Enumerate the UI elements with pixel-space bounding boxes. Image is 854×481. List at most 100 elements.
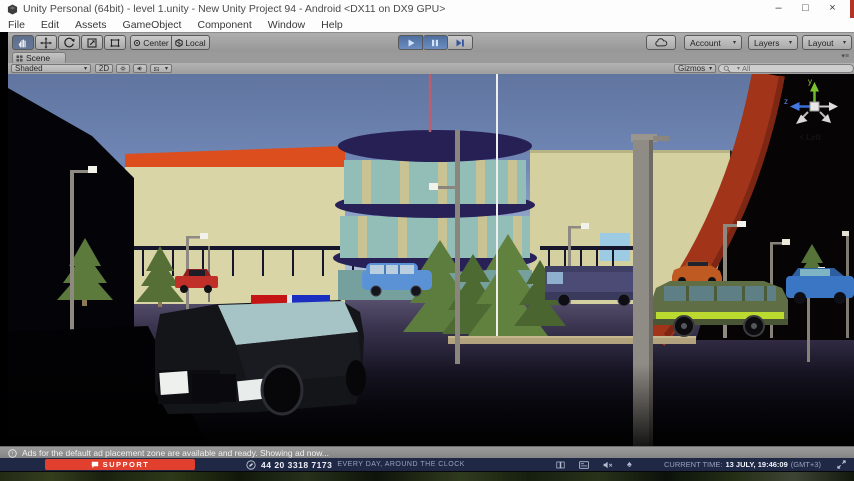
layers-label: Layers — [754, 38, 780, 48]
menu-gameobject[interactable]: GameObject — [115, 19, 190, 31]
y-axis-label: y — [808, 77, 812, 86]
unity-logo-icon — [7, 4, 18, 15]
speaker-muted-icon[interactable] — [603, 461, 613, 469]
menu-assets[interactable]: Assets — [67, 19, 115, 31]
book-icon[interactable] — [556, 461, 565, 469]
scene-tab-label: Scene — [26, 53, 50, 63]
search-filter-value: All — [742, 64, 750, 73]
pause-icon — [430, 38, 440, 48]
play-icon — [406, 38, 416, 48]
ad-banner[interactable]: SUPPORT 44 20 3318 7173 EVERY DAY, AROUN… — [0, 458, 854, 471]
close-button[interactable]: × — [819, 0, 846, 18]
title-bar: Unity Personal (64bit) - level 1.unity -… — [0, 0, 854, 19]
step-icon — [455, 38, 465, 48]
step-button[interactable] — [448, 35, 473, 50]
gizmos-dropdown[interactable]: Gizmos ▾ — [674, 64, 716, 73]
gizmos-label: Gizmos — [678, 64, 705, 73]
move-tool-button[interactable] — [35, 35, 57, 50]
image-icon — [154, 65, 159, 73]
lighting-toggle-button[interactable] — [116, 64, 130, 73]
axis-cone-right[interactable] — [829, 102, 838, 111]
account-label: Account — [690, 38, 721, 48]
scene-viewport[interactable]: y z < Left — [8, 74, 854, 446]
cloud-icon — [655, 38, 668, 47]
support-label: SUPPORT — [103, 460, 150, 469]
info-icon: ! — [8, 449, 17, 458]
play-button[interactable] — [398, 35, 423, 50]
main-toolbar: Center Local Account ▾ Layers ▾ Layout ▾ — [8, 32, 854, 54]
menu-component[interactable]: Component — [189, 19, 259, 31]
banner-icons: ♠ — [556, 460, 632, 469]
audio-toggle-button[interactable] — [133, 64, 147, 73]
svg-text:!: ! — [11, 451, 13, 457]
scale-icon — [86, 37, 98, 49]
minimize-button[interactable]: – — [765, 0, 792, 18]
menu-edit[interactable]: Edit — [33, 19, 67, 31]
rotate-tool-button[interactable] — [58, 35, 80, 50]
view-orientation-label[interactable]: < Left — [780, 133, 840, 142]
gizmo-center-cube[interactable] — [810, 102, 819, 111]
menu-bar: File Edit Assets GameObject Component Wi… — [0, 18, 854, 32]
z-axis-cone[interactable] — [790, 102, 800, 111]
menu-file[interactable]: File — [0, 19, 33, 31]
background-photo-sliver — [0, 32, 8, 471]
chevron-down-icon: ▾ — [733, 39, 736, 46]
layers-dropdown[interactable]: Layers ▾ — [748, 35, 798, 50]
chat-icon — [91, 461, 99, 469]
pivot-icon — [133, 39, 141, 47]
current-time-group: CURRENT TIME: 13 JULY, 19:46:09 (GMT+3) — [664, 458, 821, 471]
layout-dropdown[interactable]: Layout ▾ — [802, 35, 852, 50]
maximize-button[interactable]: □ — [792, 0, 819, 18]
hand-tool-button[interactable] — [12, 35, 34, 50]
foreground-fade — [8, 364, 854, 446]
tan-wall[interactable] — [448, 336, 696, 344]
expand-icon[interactable] — [837, 460, 846, 469]
status-message: Ads for the default ad placement zone ar… — [22, 448, 329, 458]
banner-tagline: EVERY DAY, AROUND THE CLOCK — [337, 461, 465, 468]
time-label: CURRENT TIME: — [664, 460, 722, 469]
window-title: Unity Personal (64bit) - level 1.unity -… — [23, 3, 445, 15]
account-dropdown[interactable]: Account ▾ — [684, 35, 742, 50]
scale-tool-button[interactable] — [81, 35, 103, 50]
menu-window[interactable]: Window — [260, 19, 313, 31]
chevron-down-icon: ▾ — [843, 39, 846, 46]
axis-space-icon — [175, 39, 183, 47]
tab-scene[interactable]: Scene — [12, 52, 66, 63]
sun-icon — [120, 64, 126, 73]
hand-icon — [17, 37, 29, 49]
chevron-down-icon: ▾ — [789, 39, 792, 46]
space-label: Local — [185, 38, 205, 48]
pivot-toggle-button[interactable]: Center — [130, 35, 172, 50]
card-icon[interactable] — [579, 461, 589, 469]
rect-tool-button[interactable] — [104, 35, 126, 50]
panel-menu-icon[interactable]: ▾≡ — [841, 52, 849, 62]
support-button[interactable]: SUPPORT — [45, 459, 195, 470]
phone-icon — [246, 460, 256, 470]
spade-icon[interactable]: ♠ — [627, 460, 632, 469]
pause-button[interactable] — [423, 35, 448, 50]
pivot-label: Center — [143, 38, 169, 48]
chevron-down-icon: ▾ — [84, 65, 87, 72]
scene-search-input[interactable]: ▾ All — [718, 64, 854, 73]
rotate-icon — [63, 37, 75, 49]
move-icon — [40, 37, 52, 49]
axis-cone-lower-left[interactable] — [796, 115, 808, 125]
2d-label: 2D — [99, 64, 109, 73]
layout-label: Layout — [808, 38, 834, 48]
menu-help[interactable]: Help — [313, 19, 351, 31]
speaker-icon — [137, 64, 143, 73]
scene-tab-icon — [16, 55, 23, 62]
shading-mode-dropdown[interactable]: Shaded ▾ — [11, 64, 91, 73]
space-toggle-button[interactable]: Local — [172, 35, 210, 50]
cloud-button[interactable] — [646, 35, 676, 50]
background-window-sliver — [850, 0, 854, 18]
navy-van[interactable] — [545, 266, 645, 306]
chevron-down-icon: ▾ — [737, 65, 740, 72]
timezone-label: (GMT+3) — [791, 460, 821, 469]
2d-toggle-button[interactable]: 2D — [95, 64, 113, 73]
orientation-gizmo[interactable]: y z — [784, 76, 844, 136]
police-car[interactable] — [155, 295, 366, 414]
scene-render — [8, 74, 854, 446]
chevron-down-icon: ▾ — [709, 65, 712, 72]
effects-dropdown-button[interactable]: ▾ — [150, 64, 172, 73]
